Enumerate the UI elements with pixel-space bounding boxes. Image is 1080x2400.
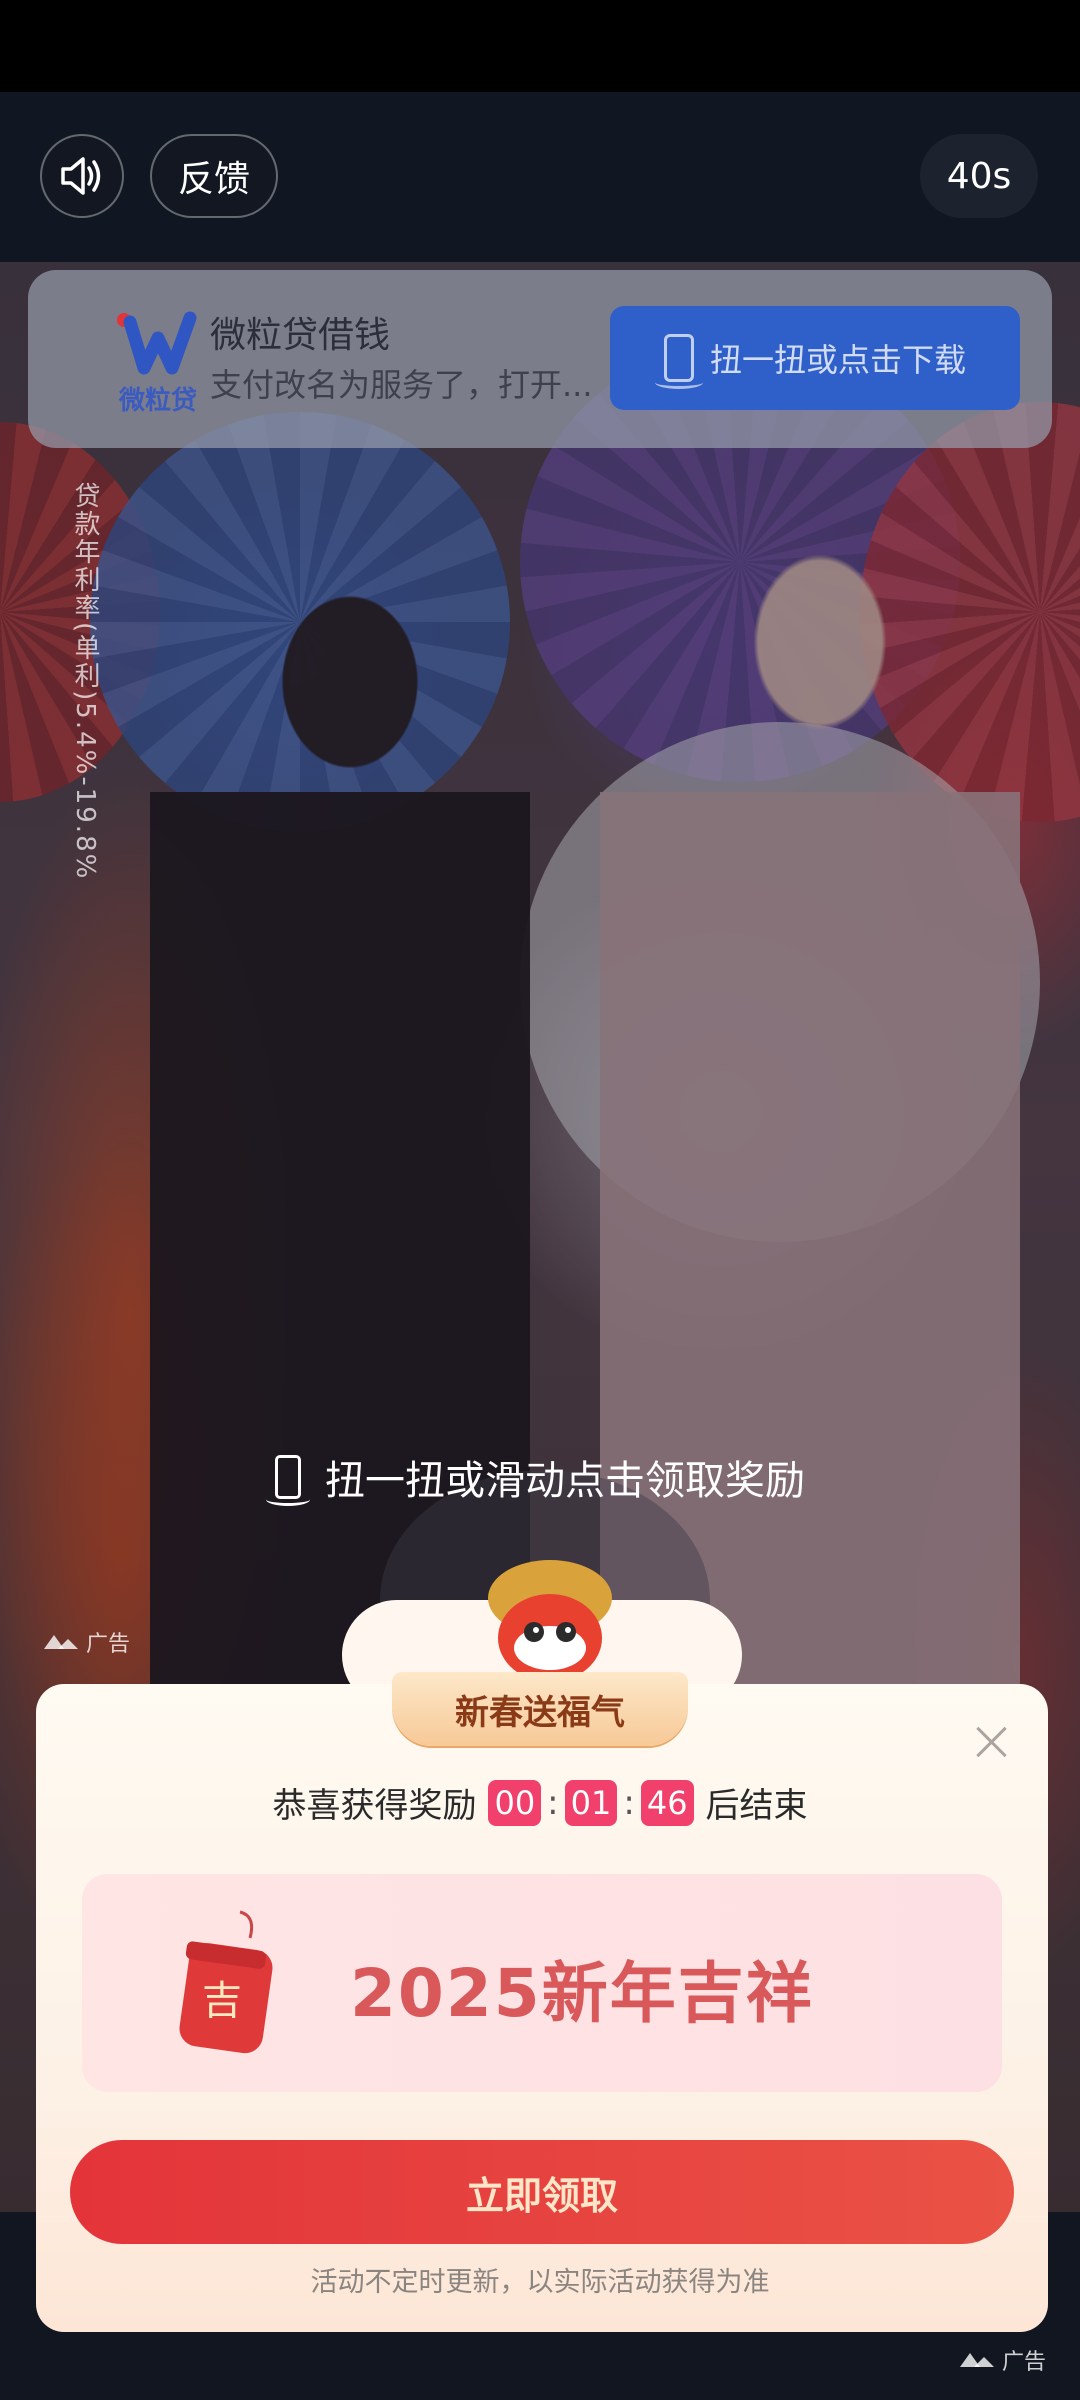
speaker-icon xyxy=(61,157,101,195)
feedback-button[interactable]: 反馈 xyxy=(150,134,278,218)
phone-shake-icon xyxy=(654,334,703,389)
pouch-character: 吉 xyxy=(202,1978,242,2024)
mountain-icon xyxy=(44,1635,78,1649)
app-title: 微粒贷借钱 xyxy=(210,315,391,356)
mountain-icon xyxy=(960,2353,994,2367)
bottom-ad-label-text: 广告 xyxy=(1002,2350,1047,2375)
shake-hint-text: 扭一扭或滑动点击领取奖励 xyxy=(325,1458,805,1504)
countdown-hours: 00 xyxy=(488,1779,542,1826)
claim-now-button[interactable]: 立即领取 xyxy=(70,2140,1014,2244)
ad-label-text: 广告 xyxy=(86,1632,131,1657)
close-icon[interactable] xyxy=(972,1722,1012,1762)
ad-app-card[interactable]: 微粒贷 微粒贷借钱 支付改名为服务了，打开... 扭一扭或点击下载 xyxy=(28,270,1052,448)
phone-shake-icon xyxy=(266,1455,310,1506)
ad-countdown: 40s xyxy=(920,134,1038,218)
countdown-minutes: 01 xyxy=(564,1779,618,1826)
shake-hint: 扭一扭或滑动点击领取奖励 xyxy=(0,1448,1080,1506)
download-label: 扭一扭或点击下载 xyxy=(709,341,966,379)
prize-title: 2025新年吉祥 xyxy=(350,1955,814,2032)
ad-label: 广告 xyxy=(44,1626,130,1658)
bottom-ad-label: 广告 xyxy=(960,2344,1046,2376)
reward-suffix: 后结束 xyxy=(705,1786,808,1826)
countdown-seconds: 46 xyxy=(640,1779,694,1826)
activity-footnote: 活动不定时更新，以实际活动获得为准 xyxy=(310,2267,770,2298)
loan-rate-disclaimer: 贷款年利率(单利)5.4%-19.8% xyxy=(70,482,100,881)
reward-prefix: 恭喜获得奖励 xyxy=(272,1786,477,1826)
reward-countdown-line: 恭喜获得奖励 00 : 01 : 46 后结束 xyxy=(0,1778,1080,1827)
download-button[interactable]: 扭一扭或点击下载 xyxy=(610,306,1020,410)
popup-ribbon-title: 新春送福气 xyxy=(392,1672,688,1746)
countdown-colon: : xyxy=(623,1782,635,1823)
countdown-colon: : xyxy=(547,1782,559,1823)
lucky-pouch-icon: 吉 xyxy=(179,1910,273,2054)
snake-mascot-icon xyxy=(488,1560,612,1682)
app-description: 支付改名为服务了，打开... xyxy=(210,366,593,404)
status-bar xyxy=(0,0,1080,92)
sound-button[interactable] xyxy=(40,134,124,218)
